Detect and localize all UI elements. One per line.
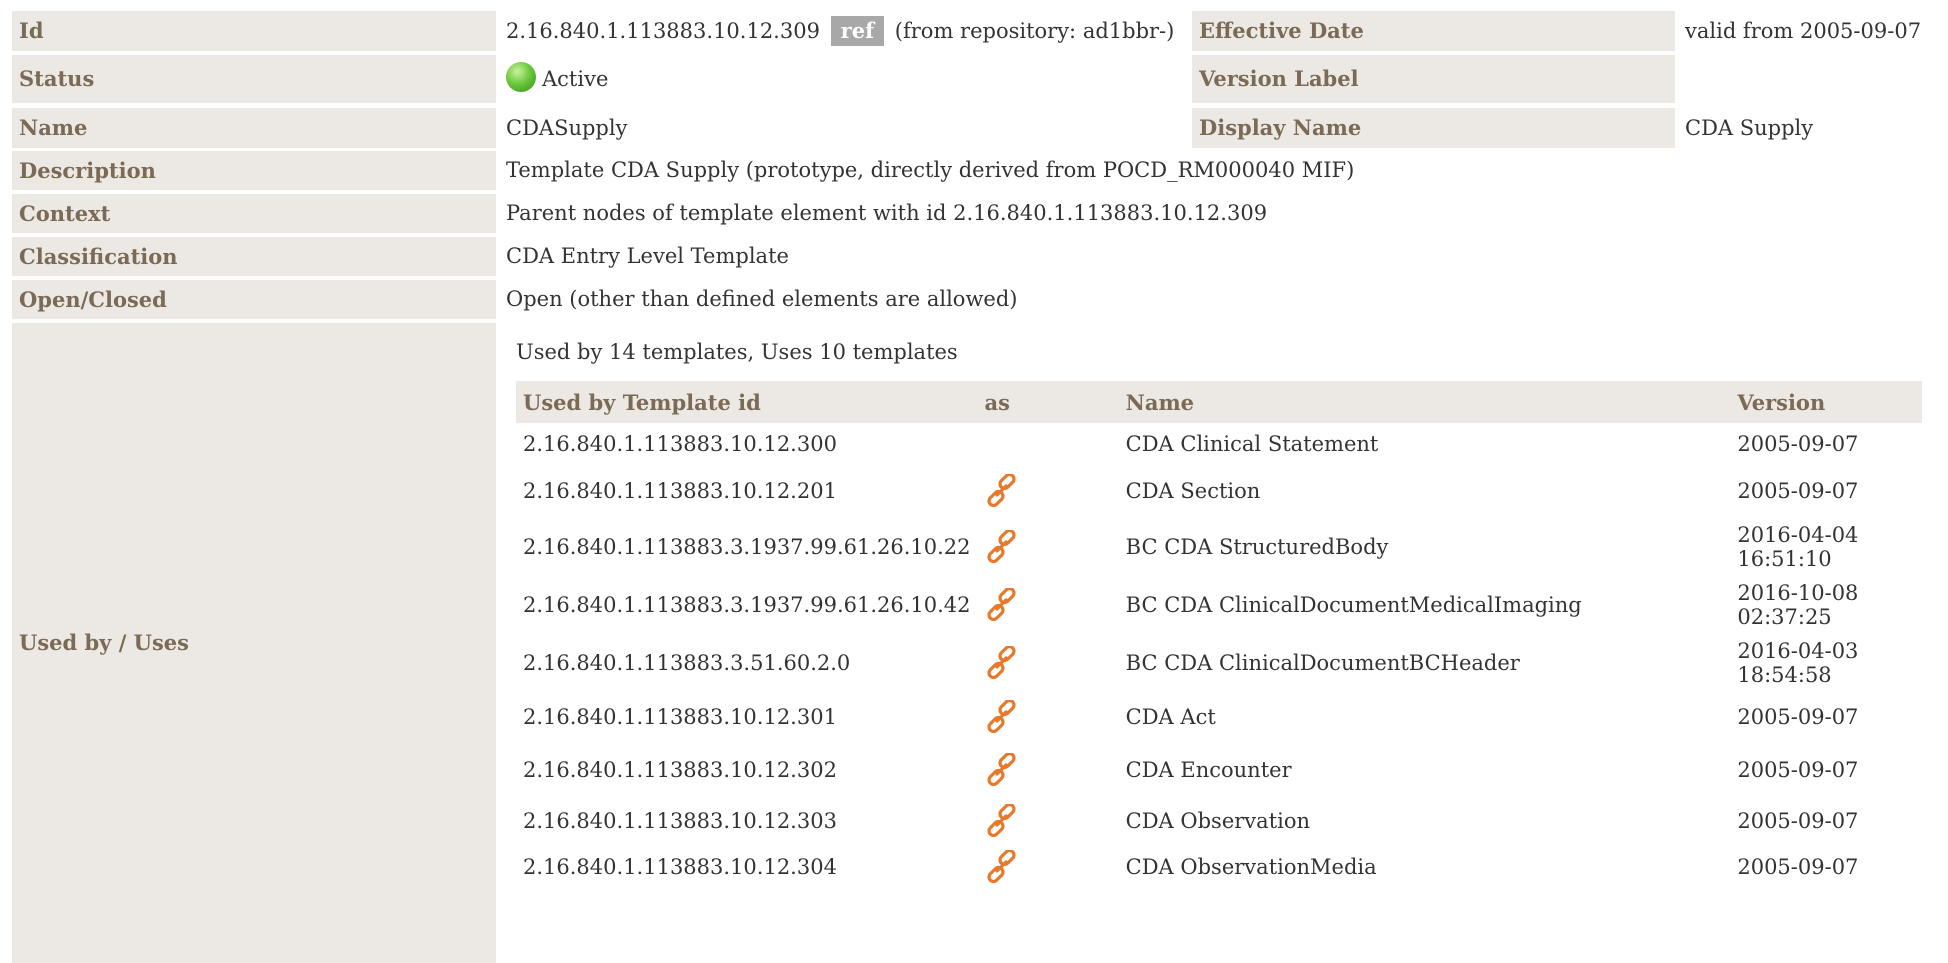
table-row: 2.16.840.1.113883.10.12.302 CDA Encounter… xyxy=(516,741,1922,799)
link-icon[interactable] xyxy=(985,644,1019,680)
link-icon[interactable] xyxy=(985,472,1019,508)
table-row: 2.16.840.1.113883.3.1937.99.61.26.10.22 B… xyxy=(516,518,1922,576)
repository-source: (from repository: ad1bbr-) xyxy=(894,19,1175,43)
used-by-template-name: BC CDA StructuredBody xyxy=(1125,535,1389,559)
open-closed-label: Open/Closed xyxy=(12,280,496,319)
used-by-template-name: CDA Section xyxy=(1125,479,1261,503)
column-header-as: as xyxy=(977,381,1119,423)
used-by-template-name: CDA Act xyxy=(1125,704,1216,729)
used-by-uses-label: Used by / Uses xyxy=(12,323,496,963)
usage-table-header: Used by Template id as Name Version xyxy=(516,381,1922,423)
column-header-name: Name xyxy=(1118,381,1731,423)
table-row: 2.16.840.1.113883.10.12.300 CDA Clinical … xyxy=(516,423,1922,464)
link-icon[interactable] xyxy=(985,528,1019,564)
used-by-template-version: 2016-04-03 18:54:58 xyxy=(1737,639,1859,687)
usage-as-cell xyxy=(978,741,1119,799)
used-by-template-id[interactable]: 2.16.840.1.113883.10.12.303 xyxy=(516,799,978,842)
column-header-version: Version xyxy=(1730,381,1922,423)
used-by-template-id[interactable]: 2.16.840.1.113883.10.12.300 xyxy=(516,423,978,464)
usage-as-cell xyxy=(978,576,1119,634)
effective-date-label: Effective Date xyxy=(1192,11,1675,51)
used-by-template-version: 2005-09-07 xyxy=(1737,808,1859,833)
used-by-template-version: 2016-10-08 02:37:25 xyxy=(1737,581,1859,629)
context-value: Parent nodes of template element with id… xyxy=(506,201,1268,225)
used-by-template-id[interactable]: 2.16.840.1.113883.10.12.304 xyxy=(516,842,978,891)
template-id-value: 2.16.840.1.113883.10.12.309 xyxy=(506,19,820,43)
status-label: Status xyxy=(12,55,496,103)
id-value-cell: 2.16.840.1.113883.10.12.309 ref (from re… xyxy=(506,11,1174,51)
used-by-template-name: BC CDA ClinicalDocumentMedicalImaging xyxy=(1125,593,1582,617)
name-label: Name xyxy=(12,108,496,148)
used-by-template-name: CDA Encounter xyxy=(1125,758,1292,782)
used-by-template-id[interactable]: 2.16.840.1.113883.10.12.301 xyxy=(516,692,978,741)
description-label: Description xyxy=(12,151,496,190)
link-icon[interactable] xyxy=(985,698,1019,734)
description-value: Template CDA Supply (prototype, directly… xyxy=(506,158,1355,182)
table-row: 2.16.840.1.113883.10.12.304 CDA Observati… xyxy=(516,842,1922,891)
open-closed-value: Open (other than defined elements are al… xyxy=(506,287,1018,311)
used-by-template-version: 2005-09-07 xyxy=(1737,479,1859,503)
link-icon[interactable] xyxy=(985,586,1019,622)
used-by-template-name: CDA Clinical Statement xyxy=(1125,431,1379,456)
display-name-value: CDA Supply xyxy=(1685,116,1814,140)
context-label: Context xyxy=(12,194,496,233)
status-value: Active xyxy=(542,67,609,91)
id-label: Id xyxy=(12,11,496,51)
usage-as-cell xyxy=(978,464,1119,518)
ref-badge[interactable]: ref xyxy=(830,16,885,46)
usage-summary: Used by 14 templates, Uses 10 templates xyxy=(516,340,958,364)
classification-value: CDA Entry Level Template xyxy=(506,244,789,268)
link-icon[interactable] xyxy=(985,848,1019,884)
status-active-icon xyxy=(506,62,536,92)
table-row: 2.16.840.1.113883.10.12.303 CDA Observati… xyxy=(516,799,1922,842)
classification-label: Classification xyxy=(12,237,496,276)
table-row: 2.16.840.1.113883.3.1937.99.61.26.10.42 B… xyxy=(516,576,1922,634)
used-by-template-id[interactable]: 2.16.840.1.113883.3.1937.99.61.26.10.42 xyxy=(516,576,978,634)
usage-as-cell xyxy=(978,634,1119,692)
used-by-template-name: BC CDA ClinicalDocumentBCHeader xyxy=(1125,651,1520,675)
used-by-template-id[interactable]: 2.16.840.1.113883.3.1937.99.61.26.10.22 xyxy=(516,518,978,576)
effective-date-value: valid from 2005-09-07 xyxy=(1685,19,1922,43)
usage-as-cell xyxy=(978,423,1119,464)
name-value: CDASupply xyxy=(506,116,628,140)
link-icon[interactable] xyxy=(985,751,1019,787)
table-row: 2.16.840.1.113883.3.51.60.2.0 BC CDA Clin… xyxy=(516,634,1922,692)
usage-table: Used by Template id as Name Version 2.16… xyxy=(516,381,1922,891)
table-row: 2.16.840.1.113883.10.12.201 CDA Section 20… xyxy=(516,464,1922,518)
link-icon[interactable] xyxy=(985,802,1019,838)
version-label-label: Version Label xyxy=(1192,55,1675,103)
usage-as-cell xyxy=(978,842,1119,891)
used-by-template-name: CDA ObservationMedia xyxy=(1125,854,1377,879)
used-by-template-id[interactable]: 2.16.840.1.113883.10.12.302 xyxy=(516,741,978,799)
table-row: 2.16.840.1.113883.10.12.301 CDA Act 2005-0… xyxy=(516,692,1922,741)
template-details: Id 2.16.840.1.113883.10.12.309 ref (from… xyxy=(0,0,1948,963)
display-name-label: Display Name xyxy=(1192,108,1675,148)
status-value-cell: Active xyxy=(506,59,608,99)
used-by-template-version: 2005-09-07 xyxy=(1737,704,1859,729)
used-by-template-name: CDA Observation xyxy=(1125,808,1311,833)
column-header-template-id: Used by Template id xyxy=(516,381,978,423)
usage-as-cell xyxy=(978,692,1119,741)
usage-as-cell xyxy=(978,799,1119,842)
used-by-template-version: 2005-09-07 xyxy=(1737,758,1859,782)
used-by-template-version: 2016-04-04 16:51:10 xyxy=(1737,523,1859,571)
used-by-template-id[interactable]: 2.16.840.1.113883.3.51.60.2.0 xyxy=(516,634,978,692)
used-by-template-version: 2005-09-07 xyxy=(1737,431,1859,456)
used-by-template-id[interactable]: 2.16.840.1.113883.10.12.201 xyxy=(516,464,978,518)
usage-as-cell xyxy=(978,518,1119,576)
used-by-template-version: 2005-09-07 xyxy=(1737,854,1859,879)
